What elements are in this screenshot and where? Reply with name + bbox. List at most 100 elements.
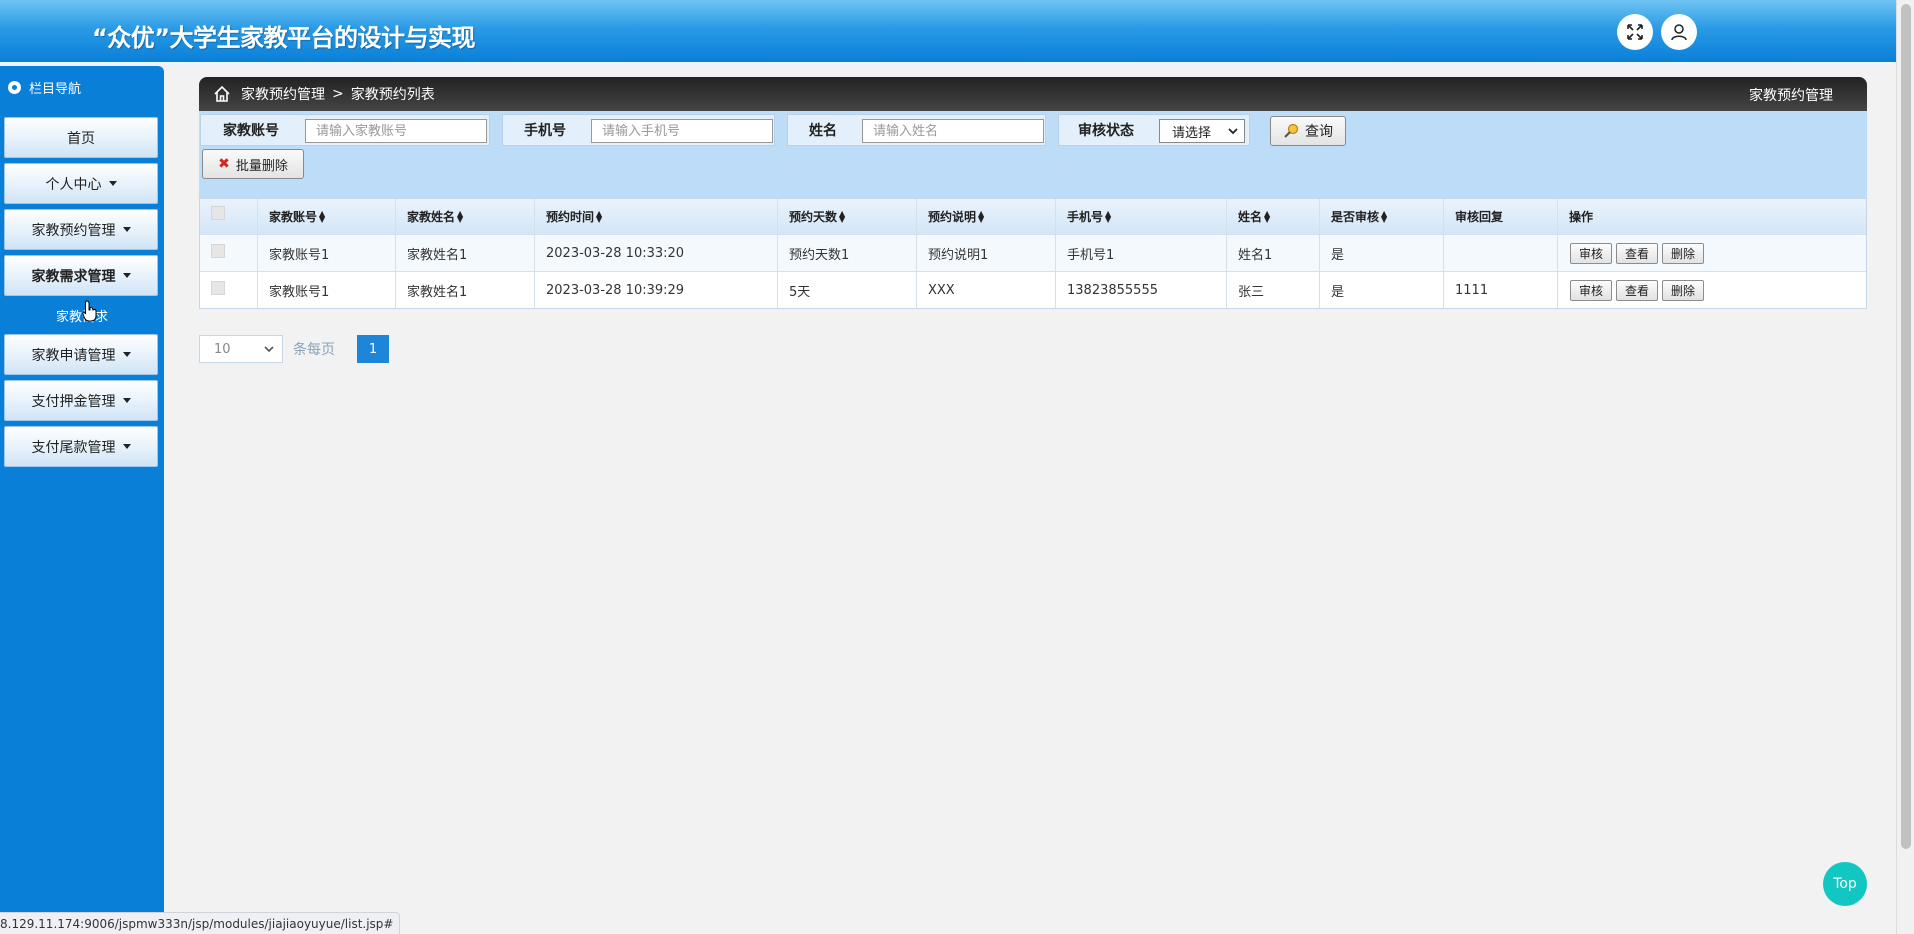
page-size-value: 10	[214, 341, 231, 357]
th-actions: 操作	[1557, 199, 1866, 234]
sidebar-item-balance[interactable]: 支付尾款管理	[4, 426, 158, 467]
sidebar-item-personal-center[interactable]: 个人中心	[4, 163, 158, 204]
per-page-label: 条每页	[293, 342, 335, 358]
search-group-phone: 手机号	[502, 114, 775, 146]
cell-person: 姓名1	[1226, 235, 1319, 271]
sidebar-item-home[interactable]: 首页	[4, 117, 158, 158]
th-days[interactable]: 预约天数 ▲ ▼	[777, 199, 916, 234]
breadcrumb-current: 家教预约列表	[350, 87, 435, 103]
sidebar-item-deposit[interactable]: 支付押金管理	[4, 380, 158, 421]
sort-icon: ▲ ▼	[1105, 208, 1112, 224]
search-group-name: 姓名	[787, 114, 1046, 146]
th-label: 是否审核	[1331, 210, 1380, 224]
sidebar-item-demand[interactable]: 家教需求管理	[4, 255, 158, 296]
batch-delete-button[interactable]: ✖ 批量删除	[202, 149, 304, 179]
panel-title: 家教预约管理	[1749, 88, 1833, 104]
th-person[interactable]: 姓名 ▲ ▼	[1226, 199, 1319, 234]
review-button[interactable]: 审核	[1570, 242, 1613, 264]
page-size-select[interactable]: 10	[199, 335, 283, 363]
th-reply: 审核回复	[1443, 199, 1557, 234]
search-label-account: 家教账号	[223, 123, 279, 139]
caret-down-icon	[122, 398, 131, 403]
caret-down-icon	[108, 181, 117, 186]
th-label: 家教账号	[269, 210, 318, 224]
cell-person: 张三	[1226, 272, 1319, 308]
search-group-account: 家教账号	[200, 114, 490, 146]
sidebar-item-label: 家教申请管理	[31, 347, 116, 364]
breadcrumb-separator: >	[332, 86, 344, 102]
table-header-row: 家教账号 ▲ ▼ 家教姓名 ▲ ▼ 预约时间 ▲ ▼ 预约天数 ▲ ▼ 预约说明 ▲ ▼ 手机号 ▲ ▼…	[200, 199, 1866, 234]
sort-icon: ▲ ▼	[839, 208, 846, 224]
caret-down-icon	[122, 227, 131, 232]
review-button[interactable]: 审核	[1570, 279, 1613, 301]
page-button-current[interactable]: 1	[357, 335, 389, 363]
search-icon	[1284, 123, 1299, 138]
fullscreen-icon	[1627, 24, 1643, 40]
back-to-top-button[interactable]: Top	[1823, 862, 1867, 906]
page-scrollbar[interactable]	[1896, 0, 1914, 934]
batch-delete-label: 批量删除	[235, 158, 288, 174]
th-approved[interactable]: 是否审核 ▲ ▼	[1319, 199, 1443, 234]
row-checkbox[interactable]	[211, 281, 225, 295]
status-select[interactable]: 请选择	[1159, 119, 1245, 143]
status-select-value: 请选择	[1172, 125, 1212, 141]
sort-icon: ▲ ▼	[457, 208, 464, 224]
view-button[interactable]: 查看	[1616, 279, 1659, 301]
sidebar-item-booking[interactable]: 家教预约管理	[4, 209, 158, 250]
cell-time: 2023-03-28 10:33:20	[534, 235, 777, 271]
row-checkbox[interactable]	[211, 244, 225, 258]
th-label: 预约时间	[546, 210, 595, 224]
name-search-input[interactable]	[862, 119, 1044, 143]
cell-reply	[1443, 235, 1557, 271]
select-all-cell	[200, 199, 257, 234]
sidebar-item-label: 个人中心	[45, 176, 102, 193]
table-row: 家教账号1 家教姓名1 2023-03-28 10:39:29 5天 XXX 1…	[200, 271, 1866, 308]
status-url: 8.129.11.174:9006/jspmw333n/jsp/modules/…	[0, 912, 401, 934]
breadcrumb: 家教预约管理 > 家教预约列表 家教预约管理	[199, 77, 1867, 111]
cell-days: 预约天数1	[777, 235, 916, 271]
hand-cursor-icon	[82, 300, 97, 322]
query-button-label: 查询	[1305, 124, 1333, 140]
chevron-down-icon	[264, 346, 274, 353]
breadcrumb-parent[interactable]: 家教预约管理	[241, 84, 325, 104]
sidebar-item-label: 家教需求管理	[31, 268, 116, 285]
phone-search-input[interactable]	[591, 119, 773, 143]
cell-approved: 是	[1319, 235, 1443, 271]
sort-icon: ▲ ▼	[319, 208, 326, 224]
row-select-cell	[200, 235, 257, 271]
cell-time: 2023-03-28 10:39:29	[534, 272, 777, 308]
user-button[interactable]	[1661, 14, 1697, 50]
cell-note: 预约说明1	[916, 235, 1055, 271]
th-phone[interactable]: 手机号 ▲ ▼	[1055, 199, 1226, 234]
th-label: 预约说明	[928, 210, 977, 224]
sort-icon: ▲ ▼	[1381, 208, 1388, 224]
select-all-checkbox[interactable]	[211, 205, 225, 220]
th-account[interactable]: 家教账号 ▲ ▼	[257, 199, 395, 234]
delete-button[interactable]: 删除	[1662, 279, 1705, 301]
view-button[interactable]: 查看	[1616, 242, 1659, 264]
th-label: 操作	[1569, 210, 1594, 224]
th-time[interactable]: 预约时间 ▲ ▼	[534, 199, 777, 234]
th-note[interactable]: 预约说明 ▲ ▼	[916, 199, 1055, 234]
sidebar-item-label: 家教预约管理	[31, 222, 116, 239]
sidebar-item-application[interactable]: 家教申请管理	[4, 334, 158, 375]
caret-down-icon	[122, 273, 131, 278]
home-icon[interactable]	[213, 85, 231, 103]
chevron-down-icon	[1228, 128, 1238, 135]
cell-name: 家教姓名1	[395, 235, 534, 271]
scrollbar-thumb[interactable]	[1901, 4, 1911, 849]
query-button[interactable]: 查询	[1270, 116, 1346, 146]
sort-icon: ▲ ▼	[596, 208, 603, 224]
fullscreen-button[interactable]	[1617, 14, 1653, 50]
th-name[interactable]: 家教姓名 ▲ ▼	[395, 199, 534, 234]
delete-button[interactable]: 删除	[1662, 242, 1705, 264]
booking-table: 家教账号 ▲ ▼ 家教姓名 ▲ ▼ 预约时间 ▲ ▼ 预约天数 ▲ ▼ 预约说明 ▲ ▼ 手机号 ▲ ▼…	[199, 198, 1867, 309]
cell-name: 家教姓名1	[395, 272, 534, 308]
row-select-cell	[200, 272, 257, 308]
close-icon: ✖	[218, 156, 230, 172]
table-row: 家教账号1 家教姓名1 2023-03-28 10:33:20 预约天数1 预约…	[200, 234, 1866, 271]
caret-down-icon	[122, 352, 131, 357]
th-label: 手机号	[1067, 210, 1104, 224]
sort-icon: ▲ ▼	[978, 208, 985, 224]
account-search-input[interactable]	[305, 119, 487, 143]
